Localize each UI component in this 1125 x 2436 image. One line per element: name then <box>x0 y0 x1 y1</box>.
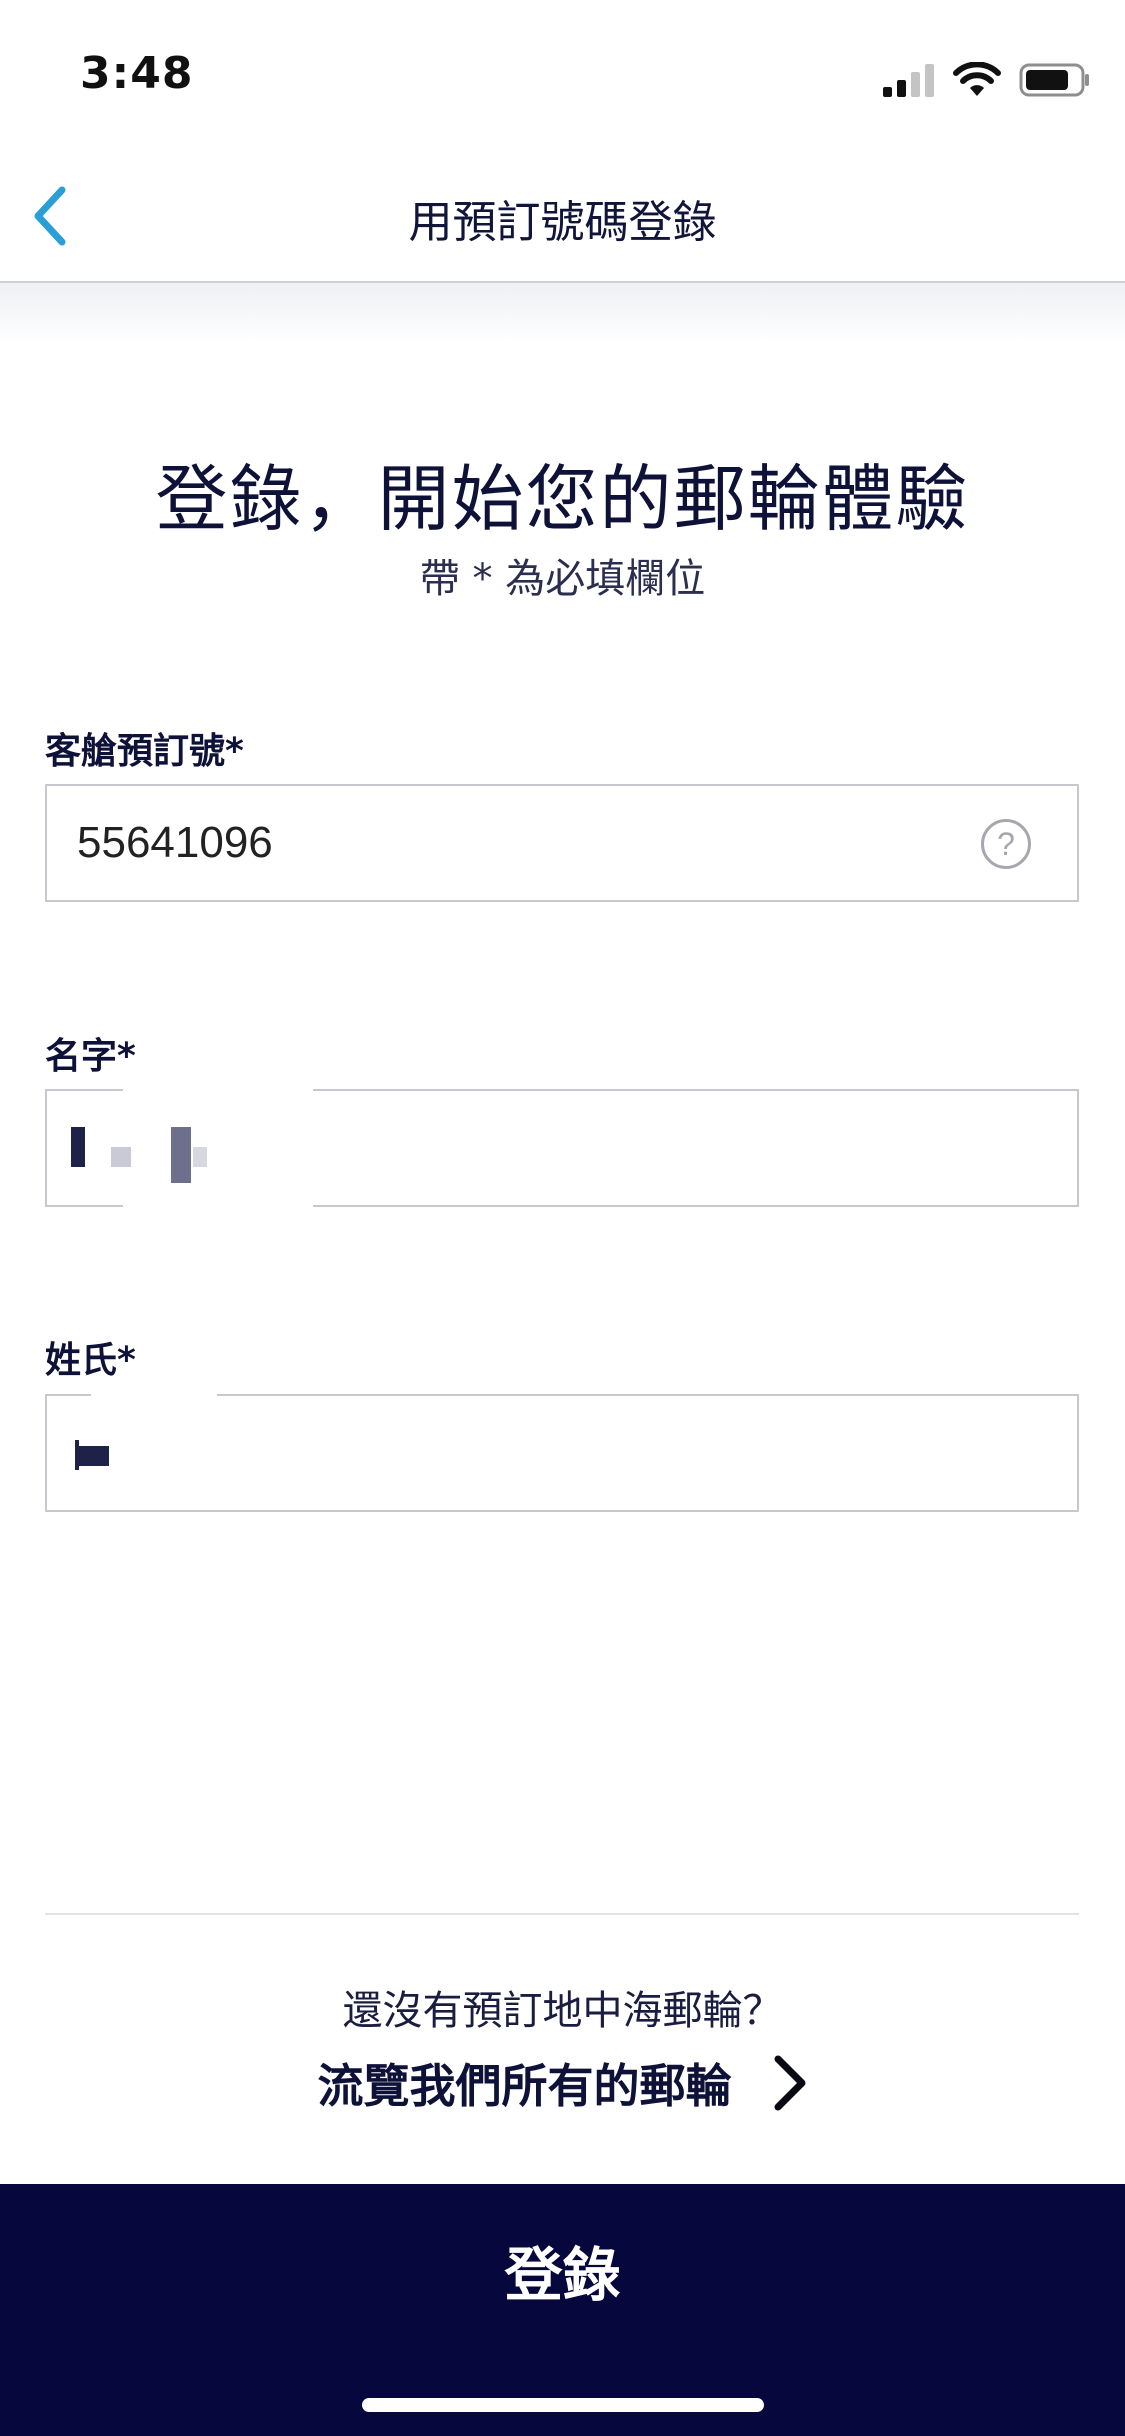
login-button[interactable]: 登錄 <box>0 2184 1125 2436</box>
booking-number-label: 客艙預訂號* <box>45 731 244 772</box>
battery-icon <box>1019 63 1089 97</box>
status-time: 3:48 <box>80 48 194 99</box>
headline: 登錄，開始您的郵輪體驗 <box>155 457 970 541</box>
redacted-text <box>171 1127 191 1183</box>
redacted-text <box>71 1127 85 1167</box>
browse-cruises-link[interactable]: 流覽我們所有的郵輪 <box>0 2050 1125 2116</box>
booking-number-value: 55641096 <box>77 818 273 867</box>
page-title: 用預訂號碼登錄 <box>408 197 717 248</box>
nav-shadow <box>0 283 1125 343</box>
first-name-field[interactable] <box>45 1087 1079 1209</box>
redacted-text <box>193 1147 207 1167</box>
first-name-label: 名字* <box>45 1036 136 1077</box>
redacted-text <box>111 1147 131 1167</box>
booking-number-field[interactable]: 55641096 ? <box>45 784 1079 902</box>
footer-divider <box>45 1913 1079 1915</box>
last-name-label: 姓氏* <box>45 1340 136 1381</box>
login-button-label: 登錄 <box>504 2241 621 2309</box>
cellular-signal-icon <box>883 64 934 97</box>
redacted-text <box>79 1446 109 1466</box>
chevron-right-icon <box>774 2055 805 2111</box>
redacted-text <box>91 1392 217 1404</box>
status-icons <box>883 60 1091 100</box>
required-fields-note: 帶 * 為必填欄位 <box>419 556 706 602</box>
question-circle-icon[interactable]: ? <box>981 819 1031 869</box>
wifi-icon <box>953 62 1001 96</box>
no-booking-question: 還沒有預訂地中海郵輪？ <box>342 1988 783 2034</box>
home-indicator <box>362 2398 764 2412</box>
browse-cruises-label: 流覽我們所有的郵輪 <box>317 2059 732 2113</box>
redacted-text <box>123 1087 313 1209</box>
last-name-field[interactable] <box>45 1392 1079 1512</box>
